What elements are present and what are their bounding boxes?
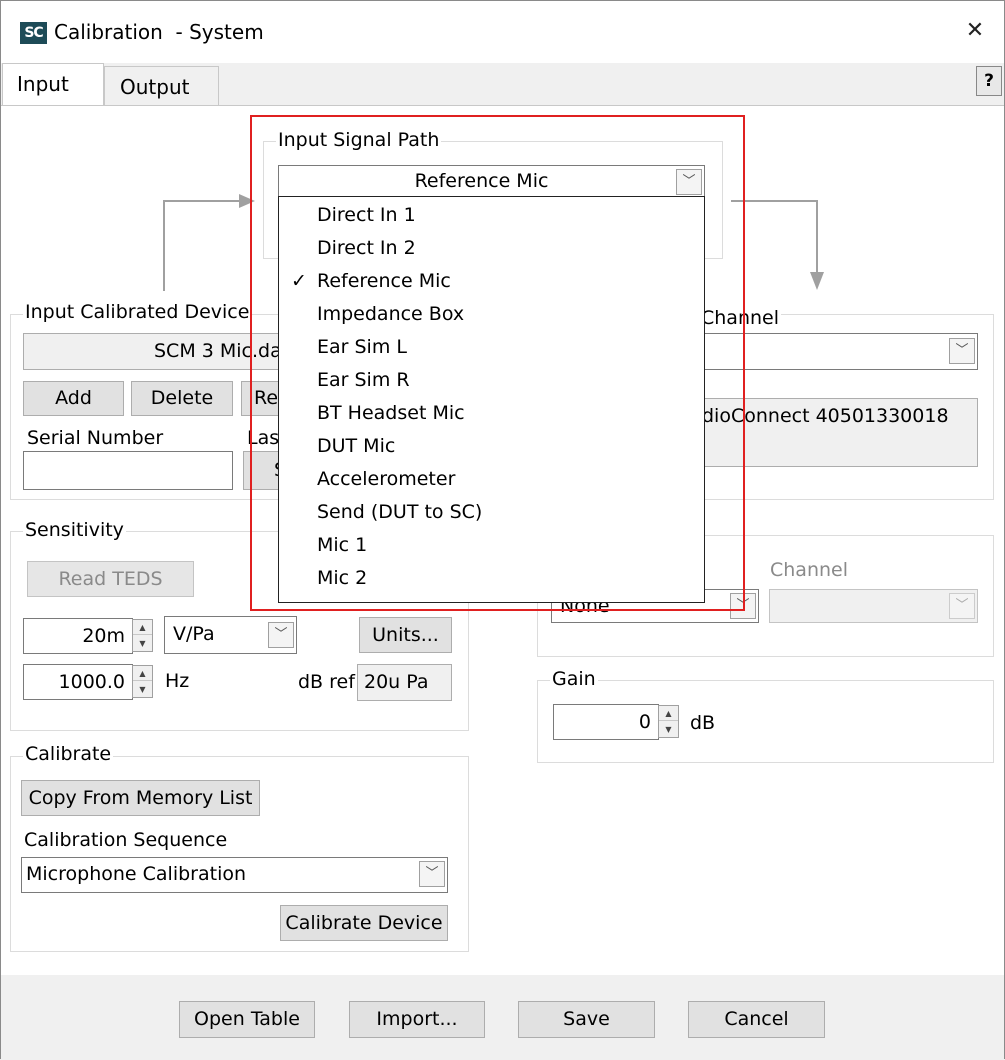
input-calibrated-device-label: Input Calibrated Device [23, 301, 252, 323]
rename-button[interactable]: Re [241, 381, 281, 416]
units-button[interactable]: Units... [359, 617, 452, 653]
right-arrow-head [810, 272, 824, 290]
menu-item[interactable]: DUT Mic [279, 430, 704, 463]
channel-dropdown[interactable]: ﹀ [701, 333, 978, 370]
device-info-field: dioConnect 40501330018 [701, 398, 978, 467]
chevron-down-icon[interactable]: ﹀ [949, 338, 975, 364]
calibration-window: SC Calibration - System ✕ Input Output ?… [0, 0, 1005, 1060]
menu-item-label: Mic 2 [317, 567, 368, 589]
menu-item-label: Reference Mic [317, 270, 451, 292]
calibration-sequence-dropdown[interactable]: Microphone Calibration ﹀ [21, 857, 448, 893]
menu-item[interactable]: Impedance Box [279, 298, 704, 331]
menu-item-label: Ear Sim R [317, 369, 410, 391]
sensitivity-unit-value: V/Pa [173, 623, 215, 645]
right-connector [731, 200, 818, 276]
calibrate-label: Calibrate [23, 743, 114, 765]
menu-item-label: Direct In 1 [317, 204, 416, 226]
menu-item[interactable]: ✓ Reference Mic [279, 265, 704, 298]
menu-item[interactable]: Mic 2 [279, 562, 704, 595]
title-bar: SC Calibration - System ✕ [1, 1, 1004, 63]
triangle-up-icon[interactable]: ▲ [659, 706, 678, 721]
menu-item-label: Send (DUT to SC) [317, 501, 483, 523]
triangle-down-icon[interactable]: ▼ [133, 682, 152, 697]
sensitivity-unit-dropdown[interactable]: V/Pa ﹀ [164, 616, 297, 654]
menu-item-label: Ear Sim L [317, 336, 407, 358]
menu-item[interactable]: BT Headset Mic [279, 397, 704, 430]
gain-input[interactable]: 0 [553, 704, 659, 740]
input-signal-path-value: Reference Mic [414, 170, 549, 192]
button-bar [1, 976, 1004, 1060]
triangle-down-icon[interactable]: ▼ [659, 722, 678, 737]
menu-item-label: Direct In 2 [317, 237, 416, 259]
tab-input-label: Input [17, 72, 69, 96]
sensitivity-label: Sensitivity [23, 519, 126, 541]
open-table-button[interactable]: Open Table [179, 1001, 315, 1038]
menu-item[interactable]: Direct In 2 [279, 232, 704, 265]
frequency-input[interactable]: 1000.0 [23, 664, 133, 700]
menu-item-label: Impedance Box [317, 303, 465, 325]
chevron-down-icon[interactable]: ﹀ [419, 861, 445, 887]
read-teds-button[interactable]: Read TEDS [27, 561, 194, 597]
left-arrow-head [239, 194, 255, 208]
menu-item[interactable]: Mic 1 [279, 529, 704, 562]
chevron-down-icon[interactable]: ﹀ [730, 593, 756, 619]
menu-item-label: BT Headset Mic [317, 402, 465, 424]
calibration-sequence-value: Microphone Calibration [26, 863, 247, 885]
app-icon: SC [20, 22, 47, 44]
window-title: Calibration - System [54, 20, 264, 44]
channel-group-label: Channel [699, 307, 782, 329]
tab-input[interactable]: Input [2, 63, 104, 106]
chevron-down-icon[interactable]: ﹀ [676, 169, 702, 195]
calibration-sequence-label: Calibration Sequence [24, 829, 228, 851]
gain-spinner[interactable]: ▲ ▼ [658, 705, 679, 738]
triangle-up-icon[interactable]: ▲ [133, 620, 152, 635]
frequency-unit-label: Hz [165, 670, 190, 692]
menu-item[interactable]: Ear Sim L [279, 331, 704, 364]
input-signal-path-dropdown[interactable]: Reference Mic ﹀ [278, 165, 705, 198]
menu-item[interactable]: Accelerometer [279, 463, 704, 496]
menu-item-label: DUT Mic [317, 435, 396, 457]
menu-item[interactable]: Direct In 1 [279, 199, 704, 232]
input-signal-path-label: Input Signal Path [276, 129, 442, 151]
close-icon[interactable]: ✕ [959, 15, 991, 47]
sensitivity-spinner[interactable]: ▲ ▼ [132, 619, 153, 652]
input-signal-path-menu: Direct In 1 Direct In 2 ✓ Reference Mic Impe… [278, 196, 705, 603]
save-button[interactable]: Save [518, 1001, 655, 1038]
db-ref-field: 20u Pa [357, 664, 452, 701]
menu-item-label: Accelerometer [317, 468, 456, 490]
help-button[interactable]: ? [976, 66, 1002, 96]
delete-button[interactable]: Delete [131, 381, 233, 416]
sensitivity-value-input[interactable]: 20m [23, 618, 133, 654]
last-calibrated-button[interactable]: S [243, 451, 283, 490]
menu-item-label: Mic 1 [317, 534, 368, 556]
gain-unit-label: dB [690, 712, 716, 734]
import-button[interactable]: Import... [349, 1001, 485, 1038]
last-calibrated-label: Las [247, 427, 280, 449]
add-button[interactable]: Add [23, 381, 124, 416]
gain-label: Gain [550, 668, 598, 690]
triangle-down-icon[interactable]: ▼ [133, 636, 152, 651]
menu-item[interactable]: Ear Sim R [279, 364, 704, 397]
copy-from-memory-list-button[interactable]: Copy From Memory List [21, 780, 260, 816]
checkmark-icon: ✓ [291, 270, 307, 292]
aux-channel-label: Channel [770, 559, 849, 581]
left-connector [163, 200, 246, 291]
db-ref-label: dB ref [298, 671, 355, 693]
chevron-down-icon[interactable]: ﹀ [268, 622, 294, 648]
tab-output[interactable]: Output [104, 66, 219, 106]
triangle-up-icon[interactable]: ▲ [133, 666, 152, 681]
menu-item[interactable]: Send (DUT to SC) [279, 496, 704, 529]
chevron-down-icon[interactable]: ﹀ [949, 593, 975, 619]
serial-number-input[interactable] [23, 451, 233, 490]
frequency-spinner[interactable]: ▲ ▼ [132, 665, 153, 698]
cancel-button[interactable]: Cancel [688, 1001, 825, 1038]
serial-number-label: Serial Number [27, 427, 164, 449]
aux-channel-dropdown[interactable]: ﹀ [769, 589, 978, 623]
tab-output-label: Output [120, 75, 190, 99]
calibrate-device-button[interactable]: Calibrate Device [280, 905, 448, 941]
